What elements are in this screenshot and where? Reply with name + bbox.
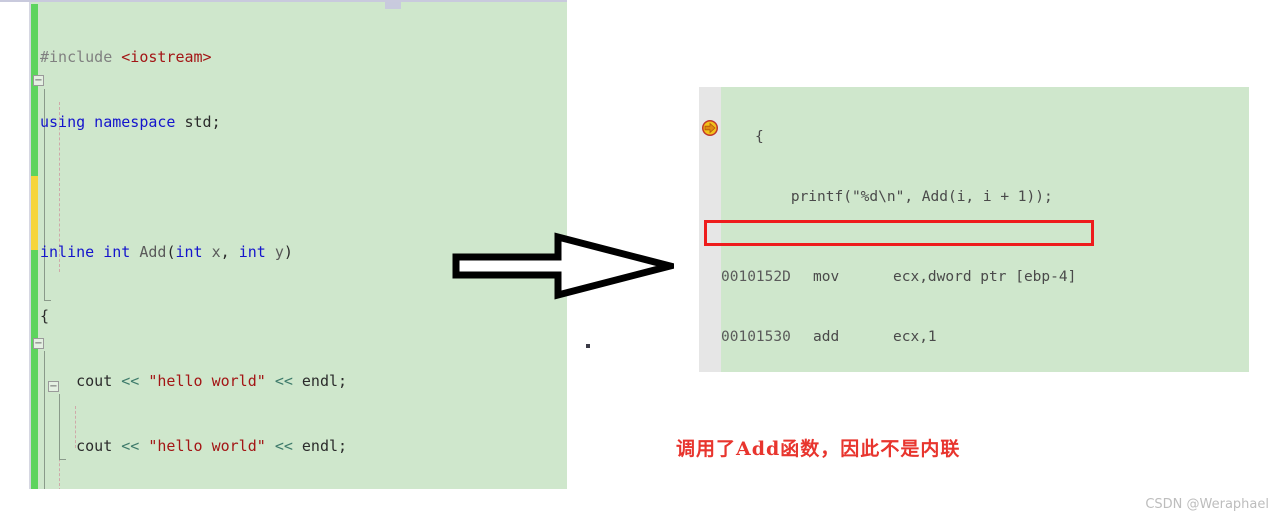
editor-tab-stub[interactable]	[385, 2, 401, 9]
code-line: cout << "hello world" << endl;	[40, 436, 348, 455]
annotation-text: 调用了Add函数，因此不是内联	[676, 438, 961, 460]
disasm-mnemonic: mov	[813, 269, 840, 285]
change-bar-saved-lower	[31, 250, 38, 489]
right-pointing-arrow	[452, 232, 674, 300]
code-line: inline int Add(int x, int y)	[40, 242, 293, 261]
code-text-area[interactable]: #include <iostream> using namespace std;…	[40, 4, 383, 489]
disasm-row[interactable]: 00101530 add ecx,1	[721, 327, 1076, 347]
disasm-address: 0010152D	[721, 269, 791, 285]
disassembly-window[interactable]: { printf("%d\n", Add(i, i + 1)); 0010152…	[699, 87, 1249, 372]
disassembly-listing: { printf("%d\n", Add(i, i + 1)); 0010152…	[721, 87, 1076, 372]
code-line: cout << "hello world" << endl;	[40, 372, 348, 391]
disasm-operands: ecx,dword ptr [ebp-4]	[893, 269, 1077, 285]
disasm-row[interactable]: 0010152D mov ecx,dword ptr [ebp-4]	[721, 267, 1076, 287]
disasm-operands: ecx,1	[893, 329, 937, 345]
change-bar-unsaved	[31, 176, 38, 250]
editor-left-margin	[0, 2, 30, 489]
stray-pixel-artifact	[586, 344, 590, 348]
code-line: #include <iostream>	[40, 48, 212, 67]
disasm-mnemonic: add	[813, 329, 840, 345]
code-line: using namespace std;	[40, 112, 221, 131]
code-line: {	[40, 307, 50, 326]
watermark: CSDN @Weraphael	[1145, 497, 1269, 512]
disasm-address: 00101530	[721, 329, 791, 345]
current-instruction-pointer-icon	[702, 120, 718, 136]
disasm-partial-top: {	[755, 129, 764, 145]
disasm-source-line: printf("%d\n", Add(i, i + 1));	[721, 189, 1053, 205]
change-bar-saved-upper	[31, 4, 38, 176]
